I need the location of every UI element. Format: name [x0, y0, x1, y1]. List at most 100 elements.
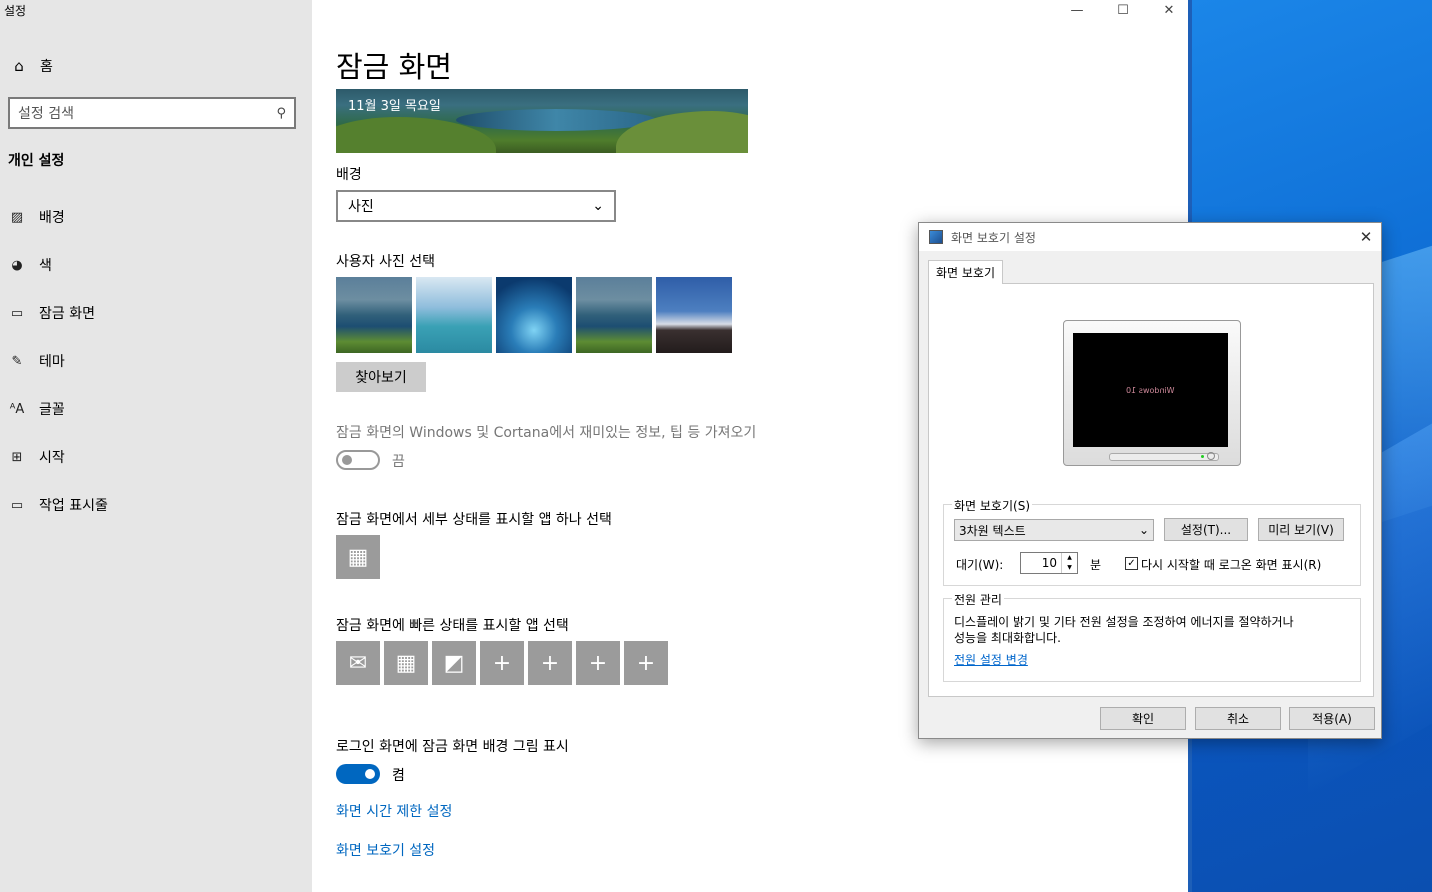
power-description: 성능을 최대화합니다.	[954, 631, 1061, 645]
lock-screen-icon: ▭	[10, 305, 24, 321]
add-app-button[interactable]: +	[528, 641, 572, 685]
sidebar-item-color[interactable]: ◕ 색	[8, 252, 52, 278]
signin-bg-label: 로그인 화면에 잠금 화면 배경 그림 표시	[336, 739, 569, 755]
close-icon[interactable]: ✕	[1351, 228, 1381, 246]
ok-button[interactable]: 확인	[1100, 707, 1186, 730]
chevron-down-icon: ⌄	[1138, 523, 1149, 537]
search-placeholder: 설정 검색	[18, 106, 74, 122]
background-dropdown[interactable]: 사진 ⌄	[336, 190, 616, 222]
sidebar: 설정 ⌂ 홈 설정 검색 ⚲ 개인 설정 ▨ 배경 ◕ 색 ▭ 잠금 화면 ✎ …	[0, 0, 312, 892]
calendar-app-button[interactable]: ▦	[336, 535, 380, 579]
sidebar-item-label: 테마	[39, 354, 65, 370]
photo-thumbnail[interactable]	[576, 277, 652, 353]
picture-icon: ▨	[10, 209, 24, 225]
fun-facts-label: 잠금 화면의 Windows 및 Cortana에서 재미있는 정보, 팁 등 …	[336, 425, 757, 441]
mail-app-button[interactable]: ✉	[336, 641, 380, 685]
screen-timeout-link[interactable]: 화면 시간 제한 설정	[336, 801, 452, 821]
wait-label: 대기(W):	[956, 558, 1004, 572]
plus-icon: +	[636, 650, 656, 676]
home-icon: ⌂	[14, 57, 24, 75]
add-app-button[interactable]: +	[624, 641, 668, 685]
screensaver-group: 화면 보호기(S) 3차원 텍스트 ⌄ 설정(T)... 미리 보기(V) 대기…	[943, 497, 1361, 586]
minimize-button[interactable]: —	[1054, 0, 1100, 20]
choose-photo-label: 사용자 사진 선택	[336, 254, 436, 270]
theme-icon: ✎	[11, 353, 23, 369]
photo-thumbnails	[336, 277, 732, 353]
tab-panel: Windows 10 화면 보호기(S) 3차원 텍스트 ⌄ 설정(T)... …	[928, 283, 1374, 697]
dropdown-value: 사진	[348, 199, 374, 215]
signin-bg-toggle[interactable]	[336, 764, 380, 784]
page-title: 잠금 화면	[336, 50, 452, 84]
sticky-notes-app-button[interactable]: ◩	[432, 641, 476, 685]
tab-screensaver[interactable]: 화면 보호기	[928, 260, 1004, 284]
power-led-icon	[1201, 455, 1204, 458]
screensaver-settings-link[interactable]: 화면 보호기 설정	[336, 840, 435, 860]
detailed-status-label: 잠금 화면에서 세부 상태를 표시할 앱 하나 선택	[336, 512, 612, 528]
photo-thumbnail[interactable]	[496, 277, 572, 353]
stepper-arrows-icon[interactable]: ▲ ▼	[1061, 553, 1077, 573]
signin-bg-state: 켬	[392, 768, 405, 784]
sidebar-item-start[interactable]: ⊞ 시작	[8, 444, 65, 470]
search-input[interactable]: 설정 검색 ⚲	[8, 97, 296, 129]
monitor-preview: Windows 10	[1063, 320, 1241, 466]
font-icon: ᴬA	[9, 401, 25, 417]
apply-button[interactable]: 적용(A)	[1289, 707, 1375, 730]
sidebar-item-themes[interactable]: ✎ 테마	[8, 348, 65, 374]
sticky-note-icon: ◩	[443, 650, 465, 676]
cancel-button[interactable]: 취소	[1195, 707, 1281, 730]
photo-thumbnail[interactable]	[416, 277, 492, 353]
sidebar-item-label: 글꼴	[39, 402, 65, 418]
maximize-button[interactable]: ☐	[1100, 0, 1146, 20]
chevron-down-icon: ⌄	[592, 198, 604, 214]
sidebar-item-lock-screen[interactable]: ▭ 잠금 화면	[8, 300, 95, 326]
screensaver-settings-button[interactable]: 설정(T)...	[1164, 518, 1248, 541]
screensaver-app-icon	[929, 230, 943, 244]
select-value: 3차원 텍스트	[959, 523, 1026, 538]
photo-thumbnail[interactable]	[336, 277, 412, 353]
start-icon: ⊞	[11, 449, 23, 465]
photo-thumbnail[interactable]	[656, 277, 732, 353]
sidebar-item-home[interactable]: ⌂ 홈	[8, 54, 53, 78]
lock-screen-preview: 11월 3일 목요일	[336, 89, 748, 153]
calendar-icon: ▦	[347, 544, 369, 570]
power-management-group: 전원 관리 디스플레이 밝기 및 기타 전원 설정을 조정하여 에너지를 절약하…	[943, 591, 1361, 682]
palette-icon: ◕	[11, 257, 23, 273]
resume-logon-label: 다시 시작할 때 로그온 화면 표시(R)	[1141, 558, 1322, 572]
resume-logon-checkbox[interactable]: ✓	[1125, 557, 1138, 570]
add-app-button[interactable]: +	[576, 641, 620, 685]
calendar-icon: ▦	[395, 650, 417, 676]
sidebar-item-taskbar[interactable]: ▭ 작업 표시줄	[8, 492, 108, 518]
preview-screen: Windows 10	[1073, 333, 1228, 447]
fun-facts-toggle[interactable]	[336, 450, 380, 470]
screensaver-select[interactable]: 3차원 텍스트 ⌄	[954, 519, 1154, 541]
plus-icon: +	[540, 650, 560, 676]
sidebar-item-label: 작업 표시줄	[39, 498, 108, 514]
calendar-app-button[interactable]: ▦	[384, 641, 428, 685]
sidebar-item-label: 홈	[40, 59, 53, 75]
wait-unit: 분	[1090, 558, 1102, 572]
change-power-settings-link[interactable]: 전원 설정 변경	[954, 651, 1028, 668]
browse-button[interactable]: 찾아보기	[336, 362, 426, 392]
group-title: 화면 보호기(S)	[952, 497, 1032, 514]
section-title: 개인 설정	[8, 153, 65, 169]
sidebar-item-label: 배경	[39, 210, 65, 226]
wait-minutes-stepper[interactable]: 10 ▲ ▼	[1020, 552, 1078, 574]
preview-text: Windows 10	[1126, 385, 1175, 395]
plus-icon: +	[588, 650, 608, 676]
stepper-value: 10	[1041, 556, 1057, 570]
sidebar-item-fonts[interactable]: ᴬA 글꼴	[8, 396, 65, 422]
close-button[interactable]: ✕	[1146, 0, 1192, 20]
quick-status-label: 잠금 화면에 빠른 상태를 표시할 앱 선택	[336, 618, 569, 634]
fun-facts-state: 끔	[392, 454, 405, 470]
add-app-button[interactable]: +	[480, 641, 524, 685]
window-title: 설정	[4, 4, 27, 18]
search-icon[interactable]: ⚲	[276, 106, 286, 121]
taskbar-icon: ▭	[10, 497, 24, 513]
sidebar-item-background[interactable]: ▨ 배경	[8, 204, 65, 230]
sidebar-item-label: 시작	[39, 450, 65, 466]
preview-button[interactable]: 미리 보기(V)	[1258, 518, 1344, 541]
power-description: 디스플레이 밝기 및 기타 전원 설정을 조정하여 에너지를 절약하거나	[954, 615, 1294, 629]
mail-icon: ✉	[348, 650, 368, 676]
dialog-titlebar: 화면 보호기 설정 ✕	[919, 223, 1381, 251]
plus-icon: +	[492, 650, 512, 676]
